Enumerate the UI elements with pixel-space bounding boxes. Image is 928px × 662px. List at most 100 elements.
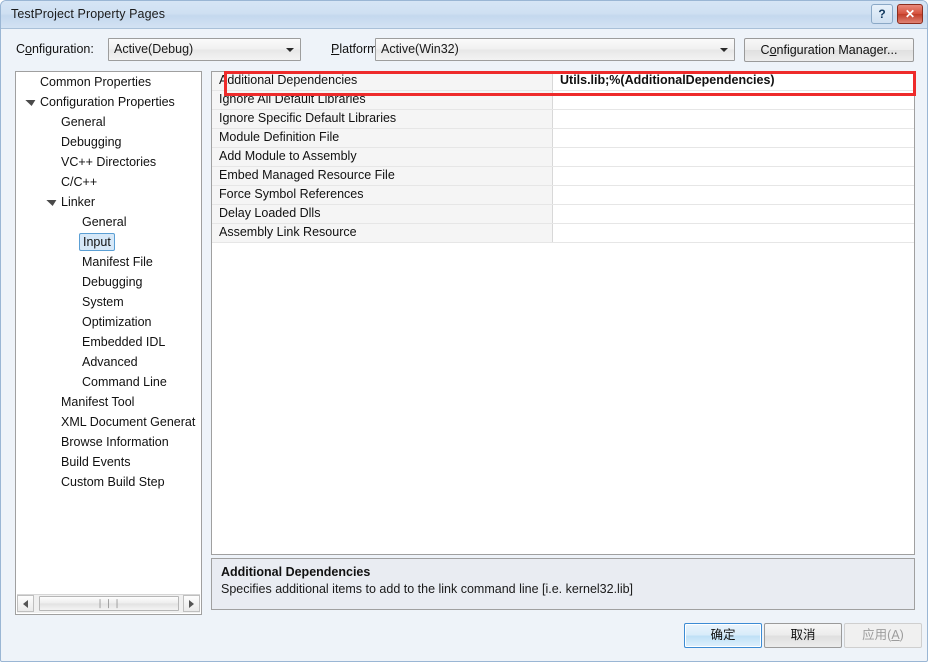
- configuration-label: Configuration:: [16, 42, 94, 56]
- tree-item-label: XML Document Generat: [61, 415, 196, 429]
- property-name: Ignore Specific Default Libraries: [212, 110, 553, 128]
- cancel-button[interactable]: 取消: [764, 623, 842, 648]
- apply-button[interactable]: 应用(A): [844, 623, 922, 648]
- tree-item-label: Debugging: [61, 135, 122, 149]
- configuration-bar: Configuration: Active(Debug) Platform: A…: [1, 30, 927, 68]
- chevron-right-icon[interactable]: [45, 398, 59, 406]
- tree-item-build-events[interactable]: Build Events: [16, 452, 201, 472]
- tree-item-browse-information[interactable]: Browse Information: [16, 432, 201, 452]
- tree-item-general[interactable]: General: [16, 212, 201, 232]
- property-name: Assembly Link Resource: [212, 224, 553, 242]
- description-title: Additional Dependencies: [221, 565, 371, 579]
- tree-item-linker[interactable]: Linker: [16, 192, 201, 212]
- description-panel: Additional Dependencies Specifies additi…: [211, 558, 915, 610]
- property-row[interactable]: Additional Dependencies Utils.lib;%(Addit…: [212, 72, 914, 91]
- tree-item-label: Configuration Properties: [40, 95, 175, 109]
- property-grid: Additional Dependencies Utils.lib;%(Addit…: [211, 71, 915, 555]
- tree-horizontal-scrollbar[interactable]: ❘❘❘: [17, 594, 200, 613]
- tree-item-label: Embedded IDL: [82, 335, 166, 349]
- tree-item-debugging[interactable]: Debugging: [16, 132, 201, 152]
- tree-item-system[interactable]: System: [16, 292, 201, 312]
- tree-item-label: General: [82, 215, 127, 229]
- tree-item-common-properties[interactable]: Common Properties: [16, 72, 201, 92]
- tree-item-custom-build-step[interactable]: Custom Build Step: [16, 472, 201, 492]
- scroll-right-icon[interactable]: [183, 595, 200, 612]
- tree-item-debugging[interactable]: Debugging: [16, 272, 201, 292]
- scroll-left-icon[interactable]: [17, 595, 34, 612]
- tree-item-advanced[interactable]: Advanced: [16, 352, 201, 372]
- tree-item-input[interactable]: Input: [16, 232, 201, 252]
- tree-item-vc-directories[interactable]: VC++ Directories: [16, 152, 201, 172]
- help-icon[interactable]: ?: [871, 4, 893, 24]
- tree-item-manifest-tool[interactable]: Manifest Tool: [16, 392, 201, 412]
- property-row[interactable]: Force Symbol References: [212, 186, 914, 205]
- tree-item-label: Common Properties: [40, 75, 152, 89]
- tree-item-label: Command Line: [82, 375, 167, 389]
- chevron-right-icon[interactable]: [45, 478, 59, 486]
- tree-item-label: Browse Information: [61, 435, 169, 449]
- tree-item-c-c[interactable]: C/C++: [16, 172, 201, 192]
- platform-dropdown[interactable]: Active(Win32): [375, 38, 735, 61]
- chevron-down-icon: [715, 40, 733, 59]
- property-value[interactable]: [553, 186, 914, 204]
- property-name: Force Symbol References: [212, 186, 553, 204]
- property-value[interactable]: [553, 167, 914, 185]
- configuration-manager-button[interactable]: Configuration Manager...: [744, 38, 914, 62]
- tree-item-label: Optimization: [82, 315, 152, 329]
- tree-item-label: VC++ Directories: [61, 155, 157, 169]
- property-name: Add Module to Assembly: [212, 148, 553, 166]
- tree-item-label: Debugging: [82, 275, 143, 289]
- scrollbar-thumb[interactable]: ❘❘❘: [39, 596, 179, 611]
- property-row[interactable]: Module Definition File: [212, 129, 914, 148]
- tree-item-label: General: [61, 115, 106, 129]
- tree-item-manifest-file[interactable]: Manifest File: [16, 252, 201, 272]
- property-name: Additional Dependencies: [212, 72, 553, 90]
- platform-dropdown-value: Active(Win32): [381, 42, 459, 56]
- tree-item-configuration-properties[interactable]: Configuration Properties: [16, 92, 201, 112]
- platform-label: Platform:: [331, 42, 382, 56]
- chevron-right-icon[interactable]: [24, 78, 38, 86]
- tree-item-label: Input: [79, 233, 115, 251]
- property-row[interactable]: Embed Managed Resource File: [212, 167, 914, 186]
- property-value[interactable]: [553, 224, 914, 242]
- chevron-down-icon[interactable]: [24, 98, 38, 106]
- chevron-right-icon[interactable]: [45, 178, 59, 186]
- tree-item-label: Build Events: [61, 455, 131, 469]
- property-row[interactable]: Delay Loaded Dlls: [212, 205, 914, 224]
- configuration-dropdown-value: Active(Debug): [114, 42, 194, 56]
- tree-item-label: System: [82, 295, 124, 309]
- chevron-right-icon[interactable]: [45, 458, 59, 466]
- tree-item-label: C/C++: [61, 175, 98, 189]
- tree-item-label: Advanced: [82, 355, 138, 369]
- chevron-right-icon[interactable]: [45, 438, 59, 446]
- ok-button[interactable]: 确定: [684, 623, 762, 648]
- property-value[interactable]: [553, 129, 914, 147]
- property-row[interactable]: Ignore Specific Default Libraries: [212, 110, 914, 129]
- tree-item-label: Manifest Tool: [61, 395, 135, 409]
- dialog-footer: 确定 取消 应用(A): [1, 615, 927, 661]
- property-value[interactable]: [553, 110, 914, 128]
- property-value[interactable]: [553, 205, 914, 223]
- property-row[interactable]: Add Module to Assembly: [212, 148, 914, 167]
- property-row[interactable]: Assembly Link Resource: [212, 224, 914, 243]
- property-name: Embed Managed Resource File: [212, 167, 553, 185]
- property-name: Delay Loaded Dlls: [212, 205, 553, 223]
- property-tree: Common Properties Configuration Propertie…: [16, 72, 201, 594]
- chevron-down-icon[interactable]: [45, 198, 59, 206]
- property-value[interactable]: Utils.lib;%(AdditionalDependencies): [553, 72, 914, 90]
- property-value[interactable]: [553, 148, 914, 166]
- tree-item-label: Linker: [61, 195, 96, 209]
- property-row[interactable]: Ignore All Default Libraries: [212, 91, 914, 110]
- chevron-right-icon[interactable]: [45, 418, 59, 426]
- tree-item-label: Custom Build Step: [61, 475, 165, 489]
- tree-item-general[interactable]: General: [16, 112, 201, 132]
- tree-item-label: Manifest File: [82, 255, 153, 269]
- configuration-dropdown[interactable]: Active(Debug): [108, 38, 301, 61]
- title-bar: TestProject Property Pages ? ✕: [1, 1, 927, 29]
- tree-item-xml-document-generat[interactable]: XML Document Generat: [16, 412, 201, 432]
- tree-item-embedded-idl[interactable]: Embedded IDL: [16, 332, 201, 352]
- tree-item-command-line[interactable]: Command Line: [16, 372, 201, 392]
- close-icon[interactable]: ✕: [897, 4, 923, 24]
- property-value[interactable]: [553, 91, 914, 109]
- tree-item-optimization[interactable]: Optimization: [16, 312, 201, 332]
